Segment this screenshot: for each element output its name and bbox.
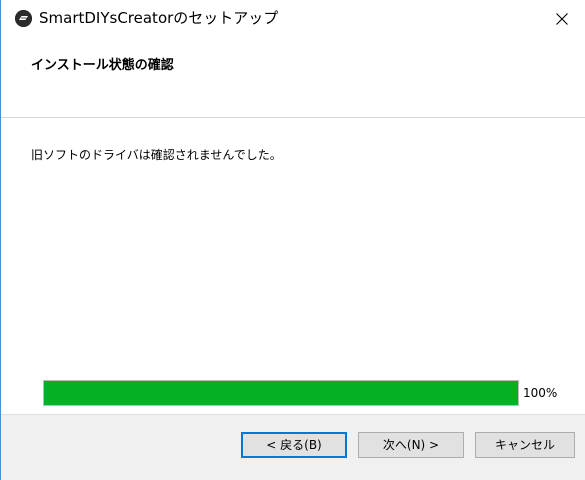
cancel-button[interactable]: キャンセル bbox=[475, 432, 575, 458]
progress-fill bbox=[44, 381, 518, 405]
back-button[interactable]: < 戻る(B) bbox=[241, 432, 347, 458]
progress-bar bbox=[43, 380, 519, 406]
wizard-body: 旧ソフトのドライバは確認されませんでした。 100% bbox=[1, 118, 585, 414]
app-logo-icon bbox=[15, 10, 32, 27]
next-button[interactable]: 次へ(N) > bbox=[358, 432, 464, 458]
progress-percent: 100% bbox=[523, 386, 558, 400]
window-title: SmartDIYsCreatorのセットアップ bbox=[39, 9, 279, 27]
setup-window: SmartDIYsCreatorのセットアップ インストール状態の確認 旧ソフト… bbox=[0, 0, 585, 480]
wizard-header: インストール状態の確認 bbox=[1, 37, 585, 118]
page-title: インストール状態の確認 bbox=[31, 58, 174, 73]
title-bar[interactable]: SmartDIYsCreatorのセットアップ bbox=[1, 0, 585, 37]
close-button[interactable] bbox=[539, 0, 585, 37]
close-icon bbox=[556, 13, 568, 25]
status-message: 旧ソフトのドライバは確認されませんでした。 bbox=[31, 148, 282, 162]
wizard-footer: < 戻る(B) 次へ(N) > キャンセル bbox=[1, 414, 585, 480]
